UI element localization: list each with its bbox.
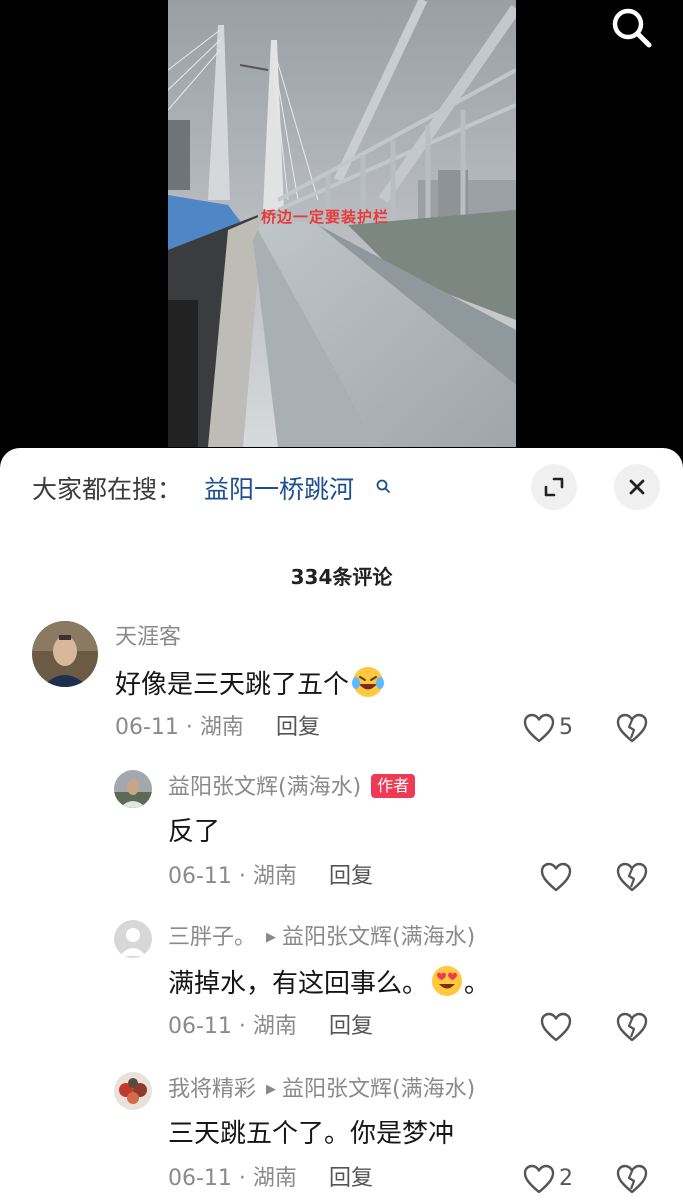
laughing-crying-emoji — [352, 667, 385, 697]
reply-username[interactable]: 三胖子。 ▶ 益阳张文辉(满海水) — [168, 923, 475, 953]
reply-item: 益阳张文辉(满海水) 作者 反了 06-11 · 湖南 回复 — [0, 766, 683, 906]
small-search-icon — [376, 479, 390, 493]
comment-sheet-header: 大家都在搜： 益阳一桥跳河 — [0, 448, 683, 533]
reply-item: 我将精彩 ▶ 益阳张文辉(满海水) 三天跳五个了。你是梦冲 06-11 · 湖南 回… — [0, 1068, 683, 1200]
video-frame[interactable]: 桥边一定要装护栏 — [168, 0, 516, 447]
author-badge: 作者 — [371, 774, 416, 798]
reply-target-name[interactable]: 益阳张文辉(满海水) — [282, 1077, 475, 1102]
heart-icon[interactable] — [522, 712, 556, 744]
comment-sheet: 大家都在搜： 益阳一桥跳河 334条评论 天涯客 好像是三天跳了五个 06-11… — [0, 448, 683, 1200]
reply-username-text[interactable]: 我将精彩 — [168, 1077, 256, 1102]
video-player[interactable]: 桥边一定要装护栏 — [0, 0, 683, 470]
reply-username[interactable]: 益阳张文辉(满海水) 作者 — [168, 773, 416, 803]
reply-text-content: 满掉水，有这回事么。 — [168, 969, 429, 999]
broken-heart-icon[interactable] — [615, 1011, 649, 1043]
comment-text-content: 好像是三天跳了五个 — [115, 670, 350, 700]
reply-text-suffix: 。 — [464, 969, 491, 999]
reply-date-location: 06-11 · 湖南 — [168, 1166, 297, 1191]
broken-heart-icon[interactable] — [615, 861, 649, 893]
reply-arrow-icon: ▶ — [266, 930, 277, 945]
reply-text: 反了 — [168, 817, 221, 847]
reply-username-text[interactable]: 三胖子。 — [168, 925, 256, 950]
reply-text: 三天跳五个了。你是梦冲 — [168, 1119, 455, 1149]
reply-button[interactable]: 回复 — [329, 1012, 373, 1042]
default-avatar[interactable] — [114, 920, 152, 958]
comment-item: 天涯客 好像是三天跳了五个 06-11 · 湖南 回复 5 — [0, 620, 683, 750]
like-count: 2 — [559, 1166, 573, 1191]
close-button[interactable] — [614, 464, 660, 510]
reply-date-location: 06-11 · 湖南 — [168, 1014, 297, 1039]
video-overlay-caption: 桥边一定要装护栏 — [261, 208, 390, 226]
comment-username[interactable]: 天涯客 — [115, 623, 181, 653]
avatar[interactable] — [114, 770, 152, 808]
reply-button[interactable]: 回复 — [329, 862, 373, 892]
reply-button[interactable]: 回复 — [276, 713, 320, 743]
expand-button[interactable] — [531, 464, 577, 510]
like-count: 5 — [559, 715, 573, 740]
heart-icon[interactable] — [539, 861, 573, 893]
search-button[interactable] — [604, 2, 656, 54]
reply-arrow-icon: ▶ — [266, 1082, 277, 1097]
broken-heart-icon[interactable] — [615, 712, 649, 744]
comment-text: 好像是三天跳了五个 — [115, 665, 385, 703]
reply-target-name[interactable]: 益阳张文辉(满海水) — [282, 925, 475, 950]
reply-username-text[interactable]: 益阳张文辉(满海水) — [168, 775, 361, 800]
reply-username[interactable]: 我将精彩 ▶ 益阳张文辉(满海水) — [168, 1075, 475, 1105]
avatar[interactable] — [114, 1072, 152, 1110]
reply-text: 满掉水，有这回事么。 。 — [168, 964, 490, 1002]
close-icon — [629, 479, 645, 495]
avatar[interactable] — [32, 621, 98, 687]
reply-button[interactable]: 回复 — [329, 1164, 373, 1194]
comment-count: 334条评论 — [290, 565, 393, 589]
trending-search-label: 大家都在搜： — [32, 475, 183, 504]
expand-icon — [544, 477, 564, 497]
search-icon — [612, 8, 652, 48]
reply-item: 三胖子。 ▶ 益阳张文辉(满海水) 满掉水，有这回事么。 。 06-11 · 湖南 … — [0, 916, 683, 1056]
broken-heart-icon[interactable] — [615, 1163, 649, 1195]
trending-search-link[interactable]: 益阳一桥跳河 — [204, 470, 354, 510]
heart-icon[interactable] — [539, 1011, 573, 1043]
heart-icon[interactable] — [522, 1163, 556, 1195]
reply-date-location: 06-11 · 湖南 — [168, 864, 297, 889]
comment-date-location: 06-11 · 湖南 — [115, 715, 244, 740]
heart-eyes-emoji — [432, 966, 463, 996]
